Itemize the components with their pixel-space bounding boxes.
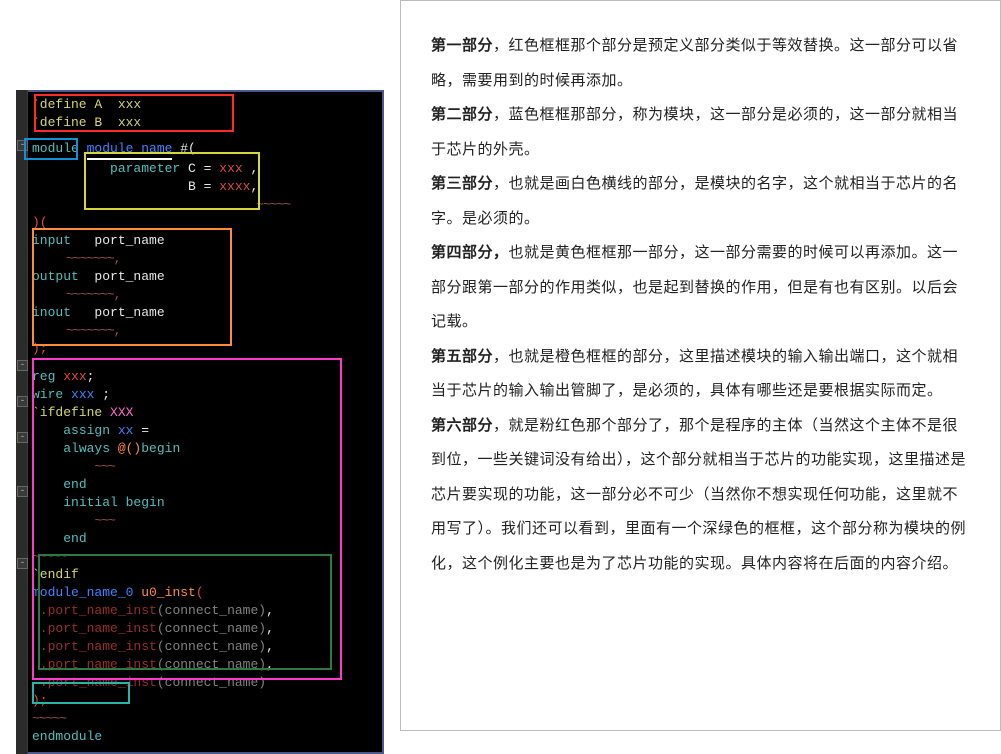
paragraph-section-3: 第三部分，也就是画白色横线的部分，是模块的名字，这个就相当于芯片的名字。是必须的…	[431, 167, 970, 236]
highlight-box-define	[34, 94, 234, 132]
paragraph-section-6: 第六部分，就是粉红色那个部分了，那个是程序的主体（当然这个主体不是很到位，一些关…	[431, 409, 970, 582]
highlight-box-module-kw	[24, 138, 78, 160]
paragraph-section-1: 第一部分，红色框框那个部分是预定义部分类似于等效替换。这一部分可以省略，需要用到…	[431, 29, 970, 98]
code-line-inst-sq: ~~~~~	[26, 710, 376, 728]
paragraph-section-4: 第四部分，也就是黄色框框那一部分，这一部分需要的时候可以再添加。这一部分跟第一部…	[431, 236, 970, 340]
highlight-box-ports	[32, 228, 232, 346]
left-pane: - - - - - - `define A xxx `define B xxx …	[0, 0, 400, 731]
highlight-box-parameter	[84, 152, 260, 210]
code-editor: - - - - - - `define A xxx `define B xxx …	[16, 90, 384, 754]
paragraph-section-2: 第二部分，蓝色框框那部分，称为模块，这一部分是必须的，这一部分就相当于芯片的外壳…	[431, 98, 970, 167]
highlight-box-instance	[38, 554, 332, 670]
explanation-pane: 第一部分，红色框框那个部分是预定义部分类似于等效替换。这一部分可以省略，需要用到…	[400, 0, 1001, 731]
highlight-box-endmodule	[32, 682, 130, 704]
code-blank	[26, 132, 376, 140]
paragraph-section-5: 第五部分，也就是橙色框框的部分，这里描述模块的输入输出端口，这个就相当于芯片的输…	[431, 340, 970, 409]
